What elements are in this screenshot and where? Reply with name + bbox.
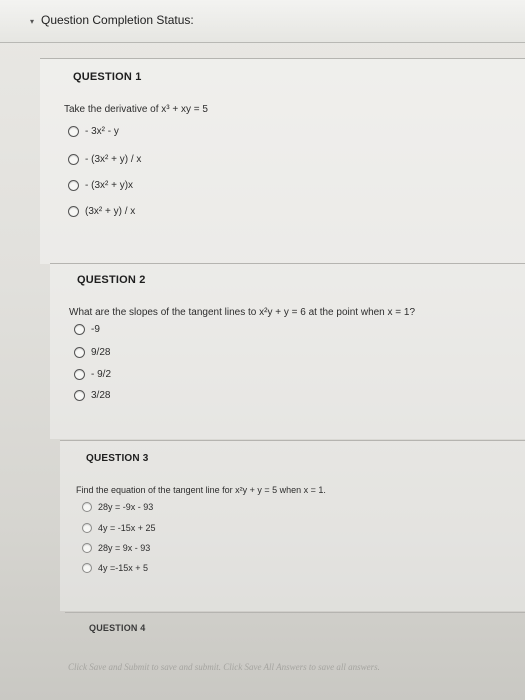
question-1-option-2[interactable]: - (3x² + y) / x <box>68 154 141 165</box>
question-3-option-3[interactable]: 28y = 9x - 93 <box>82 543 150 553</box>
question-1-option-3[interactable]: - (3x² + y)x <box>68 180 133 191</box>
question-2-option-3[interactable]: - 9/2 <box>74 369 111 380</box>
radio-button[interactable] <box>82 543 92 553</box>
question-2-header: QUESTION 2 <box>77 274 146 286</box>
question-3-option-2[interactable]: 4y = -15x + 25 <box>82 523 156 533</box>
question-1-block: QUESTION 1 Take the derivative of x³ + x… <box>40 58 525 264</box>
radio-button[interactable] <box>68 206 79 217</box>
radio-button[interactable] <box>68 180 79 191</box>
radio-button[interactable] <box>74 324 85 335</box>
submit-instructions: Click Save and Submit to save and submit… <box>68 662 380 672</box>
question-2-block: QUESTION 2 What are the slopes of the ta… <box>50 263 525 439</box>
radio-button[interactable] <box>74 390 85 401</box>
option-label: - (3x² + y)x <box>85 180 134 191</box>
question-2-option-4[interactable]: 3/28 <box>74 390 110 401</box>
radio-button[interactable] <box>82 523 92 533</box>
radio-button[interactable] <box>74 369 85 380</box>
option-label: - 3x² - y <box>85 126 119 137</box>
radio-button[interactable] <box>68 154 79 165</box>
option-label: 28y = -9x - 93 <box>98 502 154 512</box>
question-3-header: QUESTION 3 <box>86 453 149 464</box>
option-label: 9/28 <box>91 347 111 358</box>
option-label: 4y = -15x + 25 <box>98 523 156 533</box>
option-label: 3/28 <box>91 390 111 401</box>
option-label: 4y =-15x + 5 <box>98 563 149 573</box>
radio-button[interactable] <box>82 502 92 512</box>
question-2-option-2[interactable]: 9/28 <box>74 347 110 358</box>
question-1-prompt: Take the derivative of x³ + xy = 5 <box>64 104 208 115</box>
option-label: (3x² + y) / x <box>85 206 136 217</box>
radio-button[interactable] <box>68 126 79 137</box>
question-3-prompt: Find the equation of the tangent line fo… <box>76 485 326 495</box>
question-4-block: QUESTION 4 <box>65 612 525 700</box>
question-1-header: QUESTION 1 <box>73 71 142 83</box>
radio-button[interactable] <box>82 563 92 573</box>
option-label: -9 <box>91 324 100 335</box>
question-completion-status-bar[interactable]: ▾ Question Completion Status: <box>0 0 525 43</box>
question-3-block: QUESTION 3 Find the equation of the tang… <box>60 440 525 611</box>
option-label: 28y = 9x - 93 <box>98 543 151 553</box>
option-label: - (3x² + y) / x <box>85 154 142 165</box>
question-3-option-4[interactable]: 4y =-15x + 5 <box>82 563 148 573</box>
radio-button[interactable] <box>74 347 85 358</box>
question-1-option-4[interactable]: (3x² + y) / x <box>68 206 135 217</box>
question-3-option-1[interactable]: 28y = -9x - 93 <box>82 502 153 512</box>
collapse-toggle-icon[interactable]: ▾ <box>30 17 34 26</box>
question-1-option-1[interactable]: - 3x² - y <box>68 126 119 137</box>
option-label: - 9/2 <box>91 369 112 380</box>
question-2-prompt: What are the slopes of the tangent lines… <box>69 307 416 318</box>
page: ▾ Question Completion Status: QUESTION 1… <box>0 0 525 700</box>
question-2-option-1[interactable]: -9 <box>74 324 100 335</box>
status-title: Question Completion Status: <box>41 13 194 27</box>
question-4-header: QUESTION 4 <box>89 623 146 633</box>
